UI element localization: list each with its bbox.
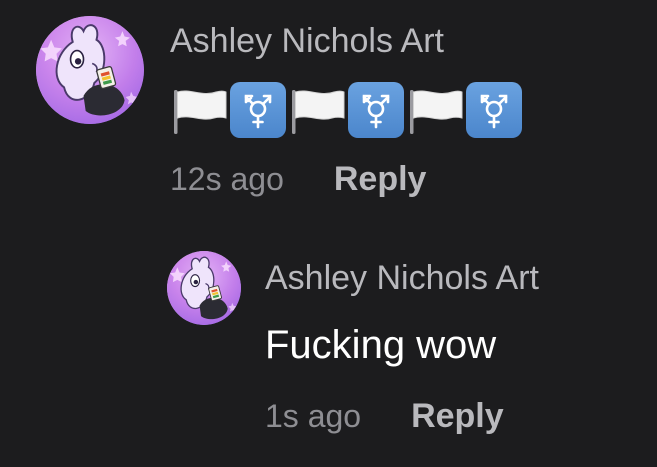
transgender-symbol-icon	[230, 82, 286, 138]
white-flag-icon	[410, 90, 463, 134]
reply-button[interactable]: Reply	[411, 397, 504, 436]
emoji-reactions	[170, 82, 522, 138]
reply-comment: Ashley Nichols Art Fucking wow 1s ago Re…	[167, 251, 637, 451]
avatar-image	[167, 251, 241, 325]
author-name[interactable]: Ashley Nichols Art	[265, 259, 539, 298]
transgender-symbol-icon	[466, 82, 522, 138]
comment: Ashley Nichols Art 12s ago Reply	[36, 16, 636, 216]
avatar[interactable]	[167, 251, 241, 325]
timestamp: 12s ago	[170, 161, 284, 197]
comment-meta: 1s ago Reply	[265, 397, 504, 436]
avatar[interactable]	[36, 16, 144, 124]
white-flag-icon	[174, 90, 227, 134]
reply-button[interactable]: Reply	[334, 160, 427, 199]
avatar-image	[36, 16, 144, 124]
transgender-symbol-icon	[348, 82, 404, 138]
author-name[interactable]: Ashley Nichols Art	[170, 22, 444, 61]
comment-text: Fucking wow	[265, 323, 497, 367]
comment-meta: 12s ago Reply	[170, 160, 426, 199]
timestamp: 1s ago	[265, 398, 362, 434]
white-flag-icon	[292, 90, 345, 134]
